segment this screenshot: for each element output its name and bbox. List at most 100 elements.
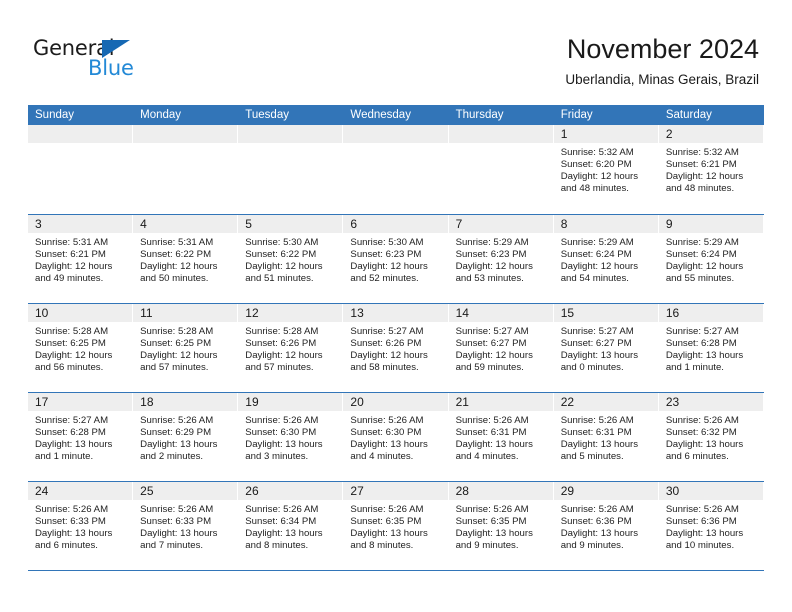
sunrise-time: Sunrise: 5:27 AM <box>35 415 109 426</box>
day-number: 16 <box>665 306 680 320</box>
calendar-day-cell[interactable]: 29 Sunrise: 5:26 AM Sunset: 6:36 PM Dayligh… <box>553 482 659 570</box>
calendar-day-cell[interactable]: 30 Sunrise: 5:26 AM Sunset: 6:36 PM Dayligh… <box>658 482 764 570</box>
day-number-band: 8 <box>553 215 658 233</box>
day-details: Sunrise: 5:30 AM Sunset: 6:23 PM Daylight:… <box>343 233 447 285</box>
daylight-duration-line2: and 8 minutes. <box>350 540 414 552</box>
calendar-day-cell[interactable]: 27 Sunrise: 5:26 AM Sunset: 6:35 PM Dayligh… <box>343 482 449 570</box>
day-number-band: 19 <box>238 393 343 411</box>
day-number: 27 <box>350 484 364 498</box>
calendar-day-cell[interactable]: 28 Sunrise: 5:26 AM Sunset: 6:35 PM Dayligh… <box>448 482 554 570</box>
daylight-duration-line2: and 58 minutes. <box>350 362 419 374</box>
daylight-duration-line2: and 56 minutes. <box>35 362 104 374</box>
daylight-duration-line2: and 48 minutes. <box>560 183 629 195</box>
calendar-day-cell[interactable]: 20 Sunrise: 5:26 AM Sunset: 6:30 PM Dayligh… <box>343 393 449 481</box>
day-details: Sunrise: 5:26 AM Sunset: 6:31 PM Daylight:… <box>554 411 658 463</box>
calendar-day-cell[interactable]: 5 Sunrise: 5:30 AM Sunset: 6:22 PM Daylight… <box>238 215 344 303</box>
daylight-duration-line2: and 51 minutes. <box>245 273 314 285</box>
calendar-day-cell[interactable]: 4 Sunrise: 5:31 AM Sunset: 6:22 PM Daylight… <box>133 215 239 303</box>
day-number: 24 <box>35 484 49 498</box>
sunset-time: Sunset: 6:25 PM <box>35 338 106 350</box>
calendar-day-cell[interactable]: 16 Sunrise: 5:27 AM Sunset: 6:28 PM Dayligh… <box>658 304 764 392</box>
calendar-day-cell[interactable]: 14 Sunrise: 5:27 AM Sunset: 6:27 PM Dayligh… <box>448 304 554 392</box>
sunset-time: Sunset: 6:20 PM <box>560 159 632 171</box>
daylight-duration-line2: and 59 minutes. <box>455 362 524 374</box>
sunset-time: Sunset: 6:28 PM <box>35 427 106 439</box>
calendar-day-cell[interactable]: 17 Sunrise: 5:27 AM Sunset: 6:28 PM Dayligh… <box>28 393 134 481</box>
calendar-day-cell[interactable]: 24 Sunrise: 5:26 AM Sunset: 6:33 PM Dayligh… <box>28 482 134 570</box>
day-number: 1 <box>560 127 568 141</box>
weekday-header-wednesday: Wednesday <box>350 109 411 121</box>
calendar-day-cell[interactable]: 19 Sunrise: 5:26 AM Sunset: 6:30 PM Dayligh… <box>238 393 344 481</box>
generalblue-logo[interactable]: General Blue <box>33 37 173 85</box>
calendar-week-row: 3 Sunrise: 5:31 AM Sunset: 6:21 PM Daylight… <box>28 215 764 304</box>
day-details: Sunrise: 5:26 AM Sunset: 6:30 PM Daylight:… <box>343 411 447 463</box>
calendar-day-cell[interactable]: 11 Sunrise: 5:28 AM Sunset: 6:25 PM Dayligh… <box>133 304 239 392</box>
sunset-time: Sunset: 6:33 PM <box>35 516 106 528</box>
daylight-duration-line1: Daylight: 12 hours <box>245 350 323 362</box>
calendar-day-cell[interactable]: 25 Sunrise: 5:26 AM Sunset: 6:33 PM Dayligh… <box>133 482 239 570</box>
daylight-duration-line1: Daylight: 12 hours <box>140 261 218 273</box>
daylight-duration-line2: and 7 minutes. <box>140 540 204 552</box>
calendar-day-cell[interactable]: 10 Sunrise: 5:28 AM Sunset: 6:25 PM Dayligh… <box>28 304 134 392</box>
calendar-day-cell[interactable]: 23 Sunrise: 5:26 AM Sunset: 6:32 PM Dayligh… <box>658 393 764 481</box>
day-number: 25 <box>140 484 154 498</box>
calendar-day-cell[interactable]: 18 Sunrise: 5:26 AM Sunset: 6:29 PM Dayligh… <box>133 393 239 481</box>
daylight-duration-line1: Daylight: 13 hours <box>350 439 428 451</box>
daylight-duration-line2: and 10 minutes. <box>665 540 735 552</box>
sunset-time: Sunset: 6:36 PM <box>560 516 632 528</box>
calendar-day-cell[interactable]: 6 Sunrise: 5:30 AM Sunset: 6:23 PM Daylight… <box>343 215 449 303</box>
calendar-day-cell-empty <box>133 125 239 214</box>
calendar-day-cell[interactable]: 22 Sunrise: 5:26 AM Sunset: 6:31 PM Dayligh… <box>553 393 659 481</box>
weekday-header-monday: Monday <box>140 109 182 121</box>
day-number: 15 <box>560 306 575 320</box>
weekday-header-thursday: Thursday <box>455 109 504 121</box>
day-details: Sunrise: 5:27 AM Sunset: 6:28 PM Daylight:… <box>659 322 763 374</box>
sunset-time: Sunset: 6:30 PM <box>245 427 317 439</box>
day-number-band: 2 <box>658 125 763 143</box>
day-number-band: 23 <box>658 393 763 411</box>
sunset-time: Sunset: 6:27 PM <box>560 338 632 350</box>
daylight-duration-line1: Daylight: 13 hours <box>455 439 533 451</box>
page-header: General Blue November 2024 Uberlandia, M… <box>0 0 792 104</box>
day-details: Sunrise: 5:26 AM Sunset: 6:35 PM Daylight:… <box>343 500 447 552</box>
sunset-time: Sunset: 6:21 PM <box>35 249 106 261</box>
day-number-band: 13 <box>343 304 448 322</box>
calendar-week-row: 24 Sunrise: 5:26 AM Sunset: 6:33 PM Dayligh… <box>28 482 764 571</box>
day-number-band: 9 <box>658 215 763 233</box>
calendar-day-cell[interactable]: 2 Sunrise: 5:32 AM Sunset: 6:21 PM Daylight… <box>658 125 764 214</box>
daylight-duration-line1: Daylight: 12 hours <box>35 350 113 362</box>
daylight-duration-line1: Daylight: 12 hours <box>350 350 428 362</box>
day-details: Sunrise: 5:26 AM Sunset: 6:30 PM Daylight:… <box>238 411 342 463</box>
sunrise-time: Sunrise: 5:26 AM <box>455 504 529 515</box>
day-details: Sunrise: 5:26 AM Sunset: 6:33 PM Daylight:… <box>133 500 237 552</box>
daylight-duration-line1: Daylight: 13 hours <box>665 439 744 451</box>
day-details: Sunrise: 5:28 AM Sunset: 6:25 PM Daylight:… <box>133 322 237 374</box>
logo-text-blue: Blue <box>88 56 134 80</box>
day-number-band: 10 <box>28 304 133 322</box>
day-number: 5 <box>245 217 252 231</box>
calendar-day-cell[interactable]: 12 Sunrise: 5:28 AM Sunset: 6:26 PM Dayligh… <box>238 304 344 392</box>
calendar-day-cell[interactable]: 13 Sunrise: 5:27 AM Sunset: 6:26 PM Dayligh… <box>343 304 449 392</box>
calendar-page: General Blue November 2024 Uberlandia, M… <box>0 0 792 612</box>
sunrise-time: Sunrise: 5:26 AM <box>140 504 214 515</box>
calendar-day-cell[interactable]: 7 Sunrise: 5:29 AM Sunset: 6:23 PM Daylight… <box>448 215 554 303</box>
calendar-day-cell[interactable]: 1 Sunrise: 5:32 AM Sunset: 6:20 PM Daylight… <box>553 125 659 214</box>
calendar-day-cell[interactable]: 9 Sunrise: 5:29 AM Sunset: 6:24 PM Daylight… <box>658 215 764 303</box>
day-number: 7 <box>455 217 463 231</box>
day-number: 13 <box>350 306 364 320</box>
day-number-band: 25 <box>133 482 238 500</box>
day-number-band: 7 <box>448 215 553 233</box>
sunrise-time: Sunrise: 5:26 AM <box>245 504 319 515</box>
sunset-time: Sunset: 6:32 PM <box>665 427 737 439</box>
calendar-day-cell[interactable]: 15 Sunrise: 5:27 AM Sunset: 6:27 PM Dayligh… <box>553 304 659 392</box>
day-details: Sunrise: 5:26 AM Sunset: 6:35 PM Daylight:… <box>449 500 553 552</box>
daylight-duration-line1: Daylight: 13 hours <box>245 528 323 540</box>
sunset-time: Sunset: 6:22 PM <box>245 249 317 261</box>
calendar-day-cell[interactable]: 26 Sunrise: 5:26 AM Sunset: 6:34 PM Dayligh… <box>238 482 344 570</box>
calendar-day-cell[interactable]: 8 Sunrise: 5:29 AM Sunset: 6:24 PM Daylight… <box>553 215 659 303</box>
daylight-duration-line1: Daylight: 12 hours <box>140 350 218 362</box>
day-number: 23 <box>665 395 680 409</box>
sunrise-time: Sunrise: 5:26 AM <box>350 504 424 515</box>
calendar-day-cell[interactable]: 3 Sunrise: 5:31 AM Sunset: 6:21 PM Daylight… <box>28 215 134 303</box>
calendar-day-cell[interactable]: 21 Sunrise: 5:26 AM Sunset: 6:31 PM Dayligh… <box>448 393 554 481</box>
